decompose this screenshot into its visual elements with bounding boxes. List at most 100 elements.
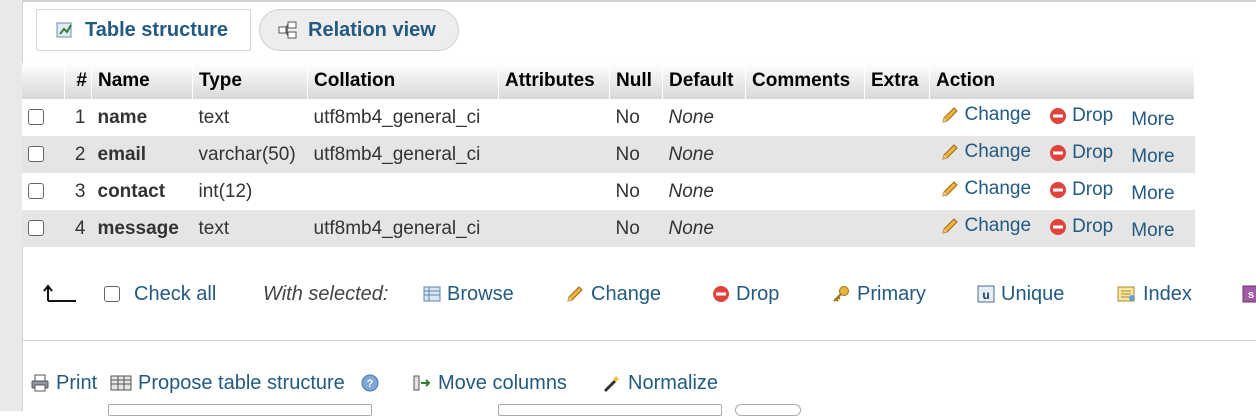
field-attributes (498, 210, 610, 247)
check-all[interactable]: Check all (104, 279, 216, 309)
bulk-index-label: Index (1143, 282, 1192, 305)
propose-structure-icon (110, 375, 132, 391)
bulk-index-button[interactable]: Index (1117, 279, 1192, 309)
pencil-icon (941, 144, 958, 160)
field-name: name (91, 99, 193, 136)
print-link[interactable]: Print (30, 369, 97, 397)
key-icon (833, 286, 849, 302)
column-count-input[interactable] (108, 404, 372, 416)
change-button[interactable]: Change (940, 104, 1031, 126)
row-checkbox[interactable] (28, 220, 44, 237)
row-actions: Change Drop More (929, 173, 1195, 210)
move-columns-link[interactable]: Move columns (412, 369, 567, 397)
go-button[interactable] (735, 404, 801, 416)
row-select-cell (22, 173, 65, 210)
field-comments (745, 136, 865, 173)
bulk-spatial-icon[interactable]: s (1242, 279, 1256, 309)
field-name: message (91, 210, 193, 247)
field-collation: utf8mb4_general_ci (307, 99, 499, 136)
drop-label: Drop (1072, 105, 1114, 126)
drop-icon (713, 286, 729, 302)
printer-icon (31, 374, 49, 392)
row-select-cell (22, 99, 65, 136)
header-attributes[interactable]: Attributes (498, 63, 610, 99)
row-number: 1 (64, 99, 92, 136)
svg-text:u: u (982, 288, 989, 302)
more-button[interactable]: More (1131, 109, 1174, 131)
header-name[interactable]: Name (91, 63, 193, 99)
field-null: No (609, 210, 663, 247)
more-button[interactable]: More (1131, 220, 1174, 242)
field-default: None (662, 136, 746, 173)
drop-label: Drop (1072, 179, 1114, 200)
field-comments (745, 173, 865, 210)
bulk-browse-button[interactable]: Browse (423, 279, 514, 309)
normalize-label: Normalize (628, 371, 719, 394)
table-row: 2 email varchar(50) utf8mb4_general_ci No Non… (22, 136, 1195, 173)
select-arrow-icon (42, 283, 78, 309)
field-default: None (662, 210, 746, 247)
field-type: text (192, 210, 308, 247)
bulk-change-button[interactable]: Change (565, 279, 661, 309)
with-selected-label: With selected: (263, 282, 389, 305)
bulk-unique-label: Unique (1001, 282, 1065, 305)
header-type[interactable]: Type (192, 63, 308, 99)
check-all-label[interactable]: Check all (134, 283, 216, 306)
row-checkbox[interactable] (28, 183, 44, 200)
row-checkbox[interactable] (28, 109, 44, 126)
normalize-link[interactable]: Normalize (602, 369, 718, 397)
header-collation[interactable]: Collation (307, 63, 499, 99)
table-row: 3 contact int(12) No None Change Drop More (22, 173, 1195, 210)
tab-relation-view-label: Relation view (308, 18, 436, 41)
change-button[interactable]: Change (940, 178, 1032, 200)
field-name: email (91, 136, 193, 173)
header-num: # (64, 63, 92, 99)
tab-table-structure[interactable]: Table structure (36, 9, 251, 51)
header-null[interactable]: Null (609, 63, 663, 99)
header-default[interactable]: Default (662, 63, 746, 99)
field-extra (864, 99, 930, 136)
bulk-browse-label: Browse (447, 282, 514, 305)
pencil-icon (941, 107, 958, 123)
drop-icon (1050, 182, 1067, 198)
row-number: 3 (64, 173, 92, 210)
tab-relation-view[interactable]: Relation view (259, 9, 459, 51)
change-button[interactable]: Change (940, 215, 1032, 237)
more-button[interactable]: More (1131, 183, 1174, 205)
field-extra (864, 210, 930, 247)
bulk-primary-button[interactable]: Primary (831, 279, 926, 309)
drop-button[interactable]: Drop (1049, 216, 1113, 238)
field-null: No (609, 173, 663, 210)
row-number: 4 (64, 210, 92, 247)
drop-button[interactable]: Drop (1049, 105, 1113, 127)
browse-icon (423, 286, 441, 302)
change-label: Change (964, 178, 1032, 199)
row-actions: Change Drop More (929, 136, 1195, 173)
row-checkbox[interactable] (28, 146, 44, 163)
check-all-checkbox[interactable] (104, 286, 120, 302)
change-button[interactable]: Change (940, 141, 1032, 163)
field-extra (864, 173, 930, 210)
drop-label: Drop (1072, 216, 1114, 237)
field-name: contact (91, 173, 193, 210)
more-button[interactable]: More (1131, 146, 1174, 168)
header-comments[interactable]: Comments (745, 63, 865, 99)
field-attributes (498, 136, 610, 173)
field-type: int(12) (192, 173, 308, 210)
change-label: Change (964, 215, 1032, 236)
table-header-row: # Name Type Collation Attributes Null De… (22, 63, 1195, 99)
bulk-primary-label: Primary (857, 282, 926, 305)
drop-button[interactable]: Drop (1049, 142, 1113, 164)
field-null: No (609, 136, 663, 173)
change-label: Change (964, 141, 1032, 162)
bulk-drop-button[interactable]: Drop (712, 279, 779, 309)
field-attributes (498, 173, 610, 210)
drop-button[interactable]: Drop (1049, 179, 1113, 201)
propose-structure-link[interactable]: Propose table structure ? (110, 369, 379, 397)
header-extra[interactable]: Extra (864, 63, 930, 99)
column-position-select[interactable] (498, 404, 722, 416)
drop-label: Drop (1072, 142, 1114, 163)
help-icon[interactable]: ? (361, 374, 379, 392)
bulk-unique-button[interactable]: u Unique (977, 279, 1064, 309)
unique-icon: u (977, 285, 995, 303)
